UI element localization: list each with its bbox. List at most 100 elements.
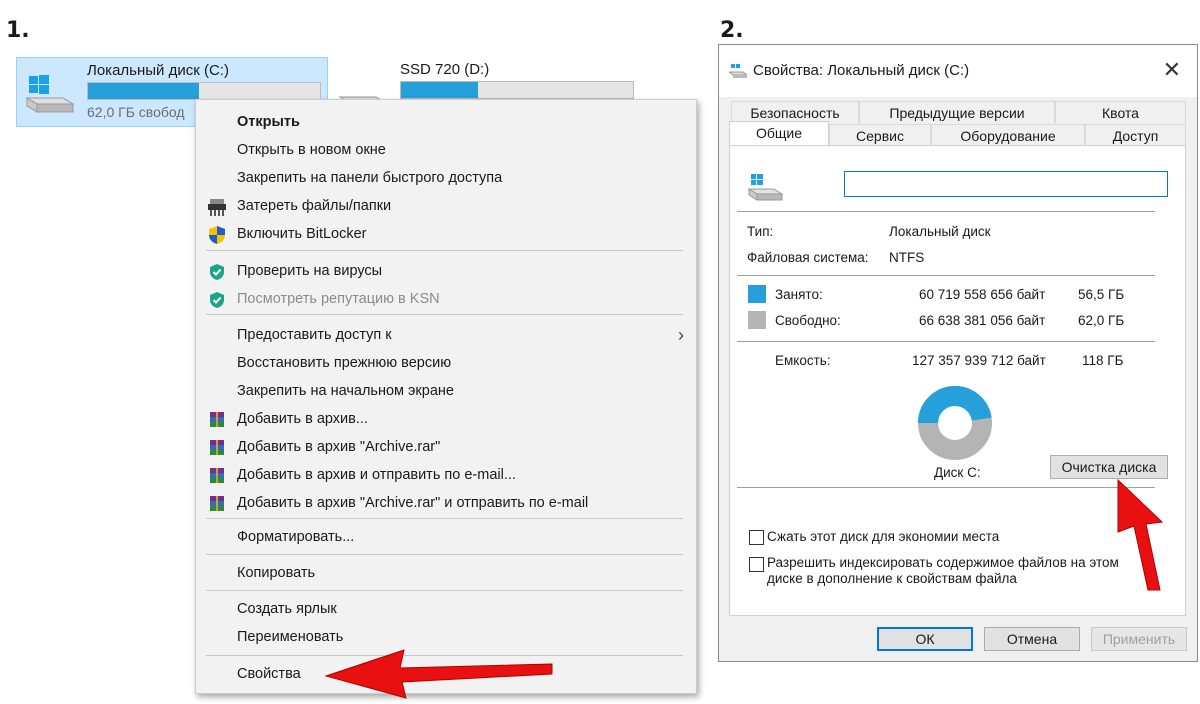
drive-d-usage-bar (400, 81, 634, 99)
drive-c-usage-bar (87, 82, 321, 100)
menu-item-shred-files[interactable]: Затереть файлы/папки (196, 193, 696, 220)
menu-item-label: Посмотреть репутацию в KSN (237, 291, 440, 307)
divider (737, 211, 1155, 212)
close-icon[interactable]: ✕ (1163, 57, 1181, 83)
menu-separator (206, 518, 683, 519)
menu-item-label: Добавить в архив... (237, 411, 368, 427)
tab-general[interactable]: Общие (729, 121, 829, 147)
menu-item-copy[interactable]: Копировать (196, 560, 696, 587)
menu-item-label: Открыть в новом окне (237, 142, 386, 158)
menu-item-label: Форматировать... (237, 529, 355, 545)
menu-item-pin-start[interactable]: Закрепить на начальном экране (196, 378, 696, 405)
free-gb: 62,0 ГБ (1078, 313, 1125, 328)
disk-usage-donut (918, 386, 992, 460)
filesystem-label: Файловая система: (747, 250, 869, 265)
menu-item-format[interactable]: Форматировать... (196, 524, 696, 551)
ok-button[interactable]: ОК (877, 627, 973, 651)
menu-item-add-archive-rar-email[interactable]: Добавить в архив "Archive.rar" и отправи… (196, 490, 696, 517)
menu-item-label: Добавить в архив "Archive.rar" и отправи… (237, 495, 589, 511)
capacity-gb: 118 ГБ (1082, 353, 1124, 368)
menu-item-scan-virus[interactable]: Проверить на вирусы (196, 258, 696, 285)
menu-item-label: Свойства (237, 666, 301, 682)
tab-quota[interactable]: Квота (1055, 101, 1186, 123)
menu-separator (206, 314, 683, 315)
kaspersky-shield-icon (210, 292, 224, 308)
menu-item-create-shortcut[interactable]: Создать ярлык (196, 596, 696, 623)
drive-c-free-text: 62,0 ГБ свобод (87, 104, 185, 120)
tab-previous-versions[interactable]: Предыдущие версии (859, 101, 1055, 123)
kaspersky-shield-icon (210, 264, 224, 280)
menu-item-give-access[interactable]: Предоставить доступ к › (196, 322, 696, 349)
menu-item-label: Добавить в архив "Archive.rar" (237, 439, 441, 455)
dialog-titlebar: Свойства: Локальный диск (C:) ✕ (719, 45, 1197, 97)
menu-item-label: Закрепить на начальном экране (237, 383, 454, 399)
winrar-icon (210, 496, 224, 511)
menu-item-label: Открыть (237, 114, 300, 130)
menu-item-label: Предоставить доступ к (237, 327, 392, 343)
shredder-icon (208, 199, 226, 216)
tab-tools[interactable]: Сервис (829, 124, 931, 146)
menu-item-bitlocker[interactable]: Включить BitLocker (196, 221, 696, 248)
free-bytes: 66 638 381 056 байт (919, 313, 1046, 328)
menu-item-restore-version[interactable]: Восстановить прежнюю версию (196, 350, 696, 377)
windows-drive-icon (25, 75, 75, 113)
menu-item-open[interactable]: Открыть (196, 109, 696, 136)
menu-item-label: Включить BitLocker (237, 226, 367, 242)
donut-used-segment (918, 386, 992, 424)
capacity-bytes: 127 357 939 712 байт (912, 353, 1046, 368)
menu-item-label: Затереть файлы/папки (237, 198, 392, 214)
chevron-right-icon: › (678, 325, 684, 345)
tab-sharing[interactable]: Доступ (1085, 124, 1186, 146)
winrar-icon (210, 440, 224, 455)
menu-item-pin-quick-access[interactable]: Закрепить на панели быстрого доступа (196, 165, 696, 192)
menu-item-add-archive-rar[interactable]: Добавить в архив "Archive.rar" (196, 434, 696, 461)
drive-icon (729, 64, 747, 78)
menu-separator (206, 590, 683, 591)
menu-item-ksn-reputation[interactable]: Посмотреть репутацию в KSN (196, 286, 696, 313)
apply-button[interactable]: Применить (1091, 627, 1187, 651)
menu-item-label: Восстановить прежнюю версию (237, 355, 452, 371)
menu-item-add-archive-email[interactable]: Добавить в архив и отправить по e-mail..… (196, 462, 696, 489)
dialog-title: Свойства: Локальный диск (C:) (753, 62, 970, 79)
drive-c-name: Локальный диск (C:) (87, 62, 229, 79)
free-label: Свободно: (775, 313, 841, 328)
step-2-label: 2. (720, 18, 744, 43)
compress-checkbox[interactable] (749, 530, 764, 545)
index-label-line2: диске в дополнение к свойствам файла (767, 571, 1017, 586)
context-menu: Открыть Открыть в новом окне Закрепить н… (195, 99, 697, 694)
used-label: Занято: (775, 287, 823, 302)
windows-drive-icon (748, 174, 784, 201)
menu-separator (206, 554, 683, 555)
filesystem-value: NTFS (889, 250, 925, 265)
step-1-label: 1. (6, 18, 30, 43)
volume-label-input[interactable] (844, 171, 1168, 197)
type-value: Локальный диск (889, 224, 991, 239)
used-color-swatch (748, 285, 766, 303)
drive-d-name: SSD 720 (D:) (400, 61, 490, 78)
capacity-label: Емкость: (775, 353, 831, 368)
index-label-line1: Разрешить индексировать содержимое файло… (767, 555, 1119, 570)
tab-security[interactable]: Безопасность (731, 101, 859, 123)
free-color-swatch (748, 311, 766, 329)
winrar-icon (210, 412, 224, 427)
compress-label: Сжать этот диск для экономии места (767, 529, 1000, 544)
menu-item-label: Копировать (237, 565, 316, 581)
red-arrow-icon (1117, 478, 1164, 591)
menu-item-label: Закрепить на панели быстрого доступа (237, 170, 503, 186)
type-label: Тип: (747, 224, 774, 239)
divider (737, 487, 1155, 488)
tab-hardware[interactable]: Оборудование (931, 124, 1085, 146)
used-bytes: 60 719 558 656 байт (919, 287, 1046, 302)
disk-label: Диск C: (934, 465, 981, 480)
cancel-button[interactable]: Отмена (984, 627, 1080, 651)
uac-shield-icon (209, 226, 225, 244)
index-checkbox[interactable] (749, 557, 764, 572)
winrar-icon (210, 468, 224, 483)
menu-item-open-new-window[interactable]: Открыть в новом окне (196, 137, 696, 164)
red-arrow-icon (324, 649, 553, 699)
menu-item-add-archive[interactable]: Добавить в архив... (196, 406, 696, 433)
menu-item-label: Добавить в архив и отправить по e-mail..… (237, 467, 516, 483)
used-gb: 56,5 ГБ (1078, 287, 1125, 302)
divider (737, 341, 1155, 342)
menu-item-label: Проверить на вирусы (237, 263, 383, 279)
